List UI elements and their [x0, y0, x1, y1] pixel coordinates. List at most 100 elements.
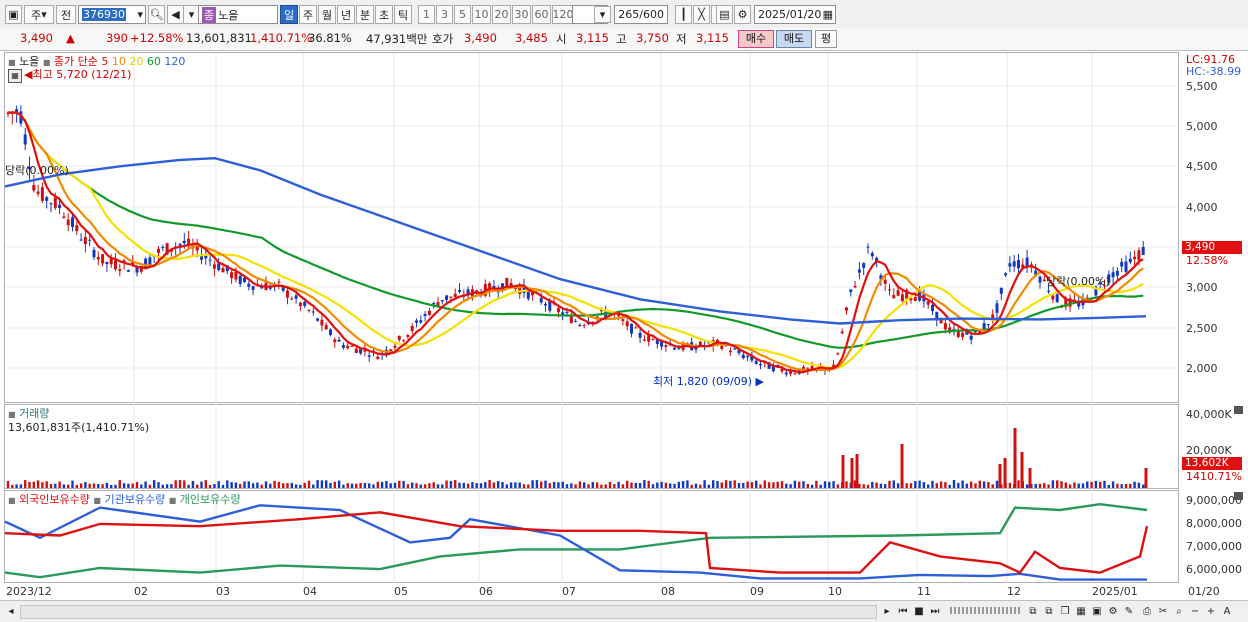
- zoom-in-icon[interactable]: +: [1204, 604, 1218, 618]
- scroll-track[interactable]: [20, 605, 877, 619]
- volume-bar: [540, 481, 543, 488]
- y-tick-2500: 2,500: [1186, 322, 1218, 335]
- volume-bar: [1017, 480, 1020, 488]
- candle-body: [126, 270, 130, 272]
- candle-body: [1115, 270, 1119, 276]
- scroll-right-icon[interactable]: ▸: [880, 604, 894, 618]
- volume-bar: [1051, 480, 1055, 488]
- candle-body: [83, 237, 87, 245]
- candle-body: [92, 249, 96, 258]
- volume-bar: [746, 481, 749, 488]
- volume-bar: [617, 481, 620, 488]
- volume-bar: [497, 481, 500, 488]
- volume-bar-spike: [1013, 428, 1017, 488]
- copy-icon[interactable]: ❐: [1058, 604, 1072, 618]
- volume-bar: [970, 481, 973, 488]
- volume-bar: [71, 480, 74, 488]
- layout-icon[interactable]: ⧉: [1042, 604, 1056, 618]
- print-icon[interactable]: ⎙: [1140, 604, 1154, 618]
- legend-square-icon: ■: [8, 410, 16, 419]
- volume-bar: [952, 480, 956, 488]
- volume-bar: [428, 483, 431, 488]
- legend-ma60: 60: [146, 55, 161, 68]
- volume-bar: [798, 481, 801, 488]
- volume-bar: [965, 483, 969, 488]
- volume-value-label: 13,601,831주(1,410.71%): [8, 421, 150, 434]
- candle-body: [101, 254, 105, 264]
- stop-icon[interactable]: ■: [912, 604, 926, 618]
- volume-bar: [54, 483, 57, 488]
- volume-bar: [406, 484, 410, 488]
- grid-icon[interactable]: ▦: [1074, 604, 1088, 618]
- candle-body: [1004, 273, 1008, 276]
- candle-body: [286, 290, 289, 298]
- left-change-note: 당락(0.00%): [5, 164, 69, 177]
- volume-bar: [411, 482, 414, 488]
- legend-ma120: 120: [164, 55, 186, 68]
- volume-bar-spike: [855, 454, 859, 488]
- volume-bar: [41, 482, 44, 488]
- wrench-icon[interactable]: ✎: [1122, 604, 1136, 618]
- candle-body: [419, 320, 423, 323]
- volume-bar: [157, 482, 160, 488]
- volume-bar: [286, 483, 289, 488]
- legend-institution: 기관보유수량: [104, 493, 166, 506]
- candle-body: [36, 191, 40, 194]
- candle-body: [62, 216, 66, 218]
- calendar-icon[interactable]: ▦: [8, 69, 22, 83]
- candle-body: [350, 345, 354, 347]
- candle-body: [238, 275, 242, 284]
- volume-bar: [118, 480, 121, 488]
- volume-bar: [187, 484, 190, 488]
- candle-body: [931, 304, 934, 312]
- volume-bar: [49, 484, 53, 488]
- candle-body: [58, 204, 62, 208]
- candle-body: [793, 373, 797, 375]
- candle-body: [720, 345, 724, 349]
- volume-bar: [1034, 483, 1037, 488]
- candle-body: [114, 260, 117, 270]
- candle-body: [316, 318, 320, 321]
- candle-body: [845, 307, 848, 311]
- zoom-icon[interactable]: ⌕: [1172, 604, 1186, 618]
- image-icon[interactable]: ▣: [1090, 604, 1104, 618]
- high-note-text: 최고 5,720 (12/21): [32, 68, 132, 81]
- bottom-scrollbar[interactable]: ◂ ▸ ⏮ ■ ⏭ ⧉ ⧉ ❐ ▦ ▣ ⚙ ✎ ⎙ ✂ ⌕ − + A: [0, 600, 1248, 622]
- volume-bar: [484, 482, 487, 488]
- candle-body: [870, 253, 874, 257]
- volume-bar: [858, 483, 861, 488]
- volume-bar: [423, 484, 427, 488]
- volume-bar: [776, 481, 779, 488]
- volume-bar: [871, 481, 874, 488]
- candle-body: [182, 240, 186, 244]
- layout-icon[interactable]: ⧉: [1026, 604, 1040, 618]
- candle-body: [642, 339, 646, 341]
- font-size-icon[interactable]: A: [1220, 604, 1234, 618]
- volume-bar: [1103, 480, 1106, 488]
- candle-body: [733, 348, 737, 350]
- volume-bar: [299, 484, 302, 488]
- volume-bar: [673, 483, 676, 488]
- close-panel-icon[interactable]: [1234, 492, 1243, 500]
- volume-bar: [140, 484, 143, 488]
- zoom-out-icon[interactable]: −: [1188, 604, 1202, 618]
- volume-bar: [492, 482, 496, 488]
- volume-bar: [316, 480, 319, 488]
- close-panel-icon[interactable]: [1234, 406, 1243, 414]
- forward-icon[interactable]: ⏭: [928, 604, 942, 618]
- candle-body: [754, 360, 758, 364]
- candle-body: [458, 289, 461, 292]
- volume-bar: [677, 481, 680, 488]
- candle-body: [243, 277, 246, 282]
- volume-bar: [862, 484, 865, 488]
- volume-bar: [127, 483, 130, 488]
- candle-body: [157, 248, 160, 253]
- candle-body: [79, 239, 83, 241]
- zoom-slider[interactable]: [950, 607, 1020, 614]
- settings-icon[interactable]: ⚙: [1106, 604, 1120, 618]
- scroll-left-icon[interactable]: ◂: [4, 604, 18, 618]
- volume-bar: [1133, 481, 1136, 488]
- candle-body: [337, 339, 341, 342]
- tool-icon[interactable]: ✂: [1156, 604, 1170, 618]
- rewind-icon[interactable]: ⏮: [896, 604, 910, 618]
